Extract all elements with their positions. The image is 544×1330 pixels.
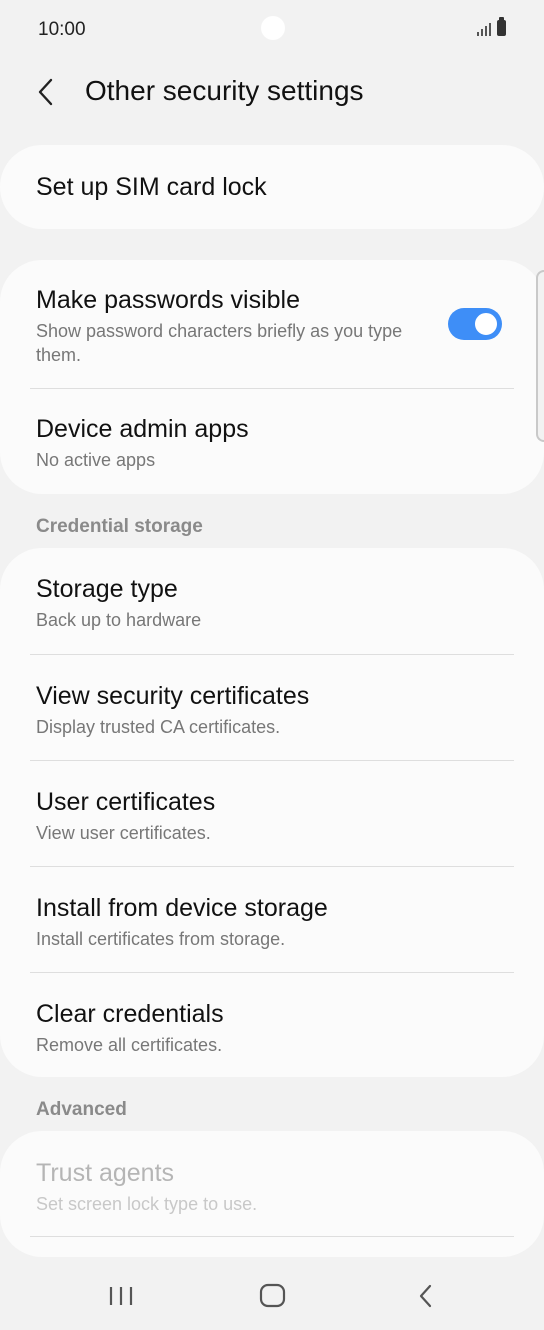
trust-agents-subtitle: Set screen lock type to use. — [36, 1194, 258, 1214]
nav-back-button[interactable] — [394, 1270, 458, 1322]
credential-storage-card: Storage type Back up to hardware View se… — [0, 548, 544, 1077]
trust-agents-title: Trust agents — [36, 1159, 175, 1187]
toggle-knob — [473, 311, 499, 337]
sim-card-lock-card: Set up SIM card lock — [0, 145, 544, 229]
trust-agents-item: Trust agents Set screen lock type to use… — [0, 1131, 544, 1236]
user-certificates-item[interactable]: User certificates View user certificates… — [0, 761, 544, 866]
back-icon — [419, 1284, 432, 1308]
storage-type-title: Storage type — [36, 575, 178, 603]
clear-credentials-item[interactable]: Clear credentials Remove all certificate… — [0, 973, 544, 1077]
clear-credentials-title: Clear credentials — [36, 1000, 224, 1028]
device-admin-apps-subtitle: No active apps — [36, 450, 156, 470]
device-admin-apps-title: Device admin apps — [36, 415, 249, 443]
sim-card-lock-item[interactable]: Set up SIM card lock — [0, 145, 544, 229]
recents-icon — [109, 1287, 133, 1305]
view-security-certificates-title: View security certificates — [36, 682, 310, 710]
make-passwords-visible-title: Make passwords visible — [36, 286, 300, 314]
user-certificates-title: User certificates — [36, 788, 216, 816]
battery-icon — [497, 17, 506, 36]
section-label-advanced: Advanced — [36, 1099, 127, 1120]
divider — [30, 1236, 514, 1237]
user-certificates-subtitle: View user certificates. — [36, 823, 211, 843]
install-from-device-storage-subtitle: Install certificates from storage. — [36, 929, 286, 949]
navigation-bar — [0, 1262, 544, 1330]
recents-button[interactable] — [89, 1270, 153, 1322]
home-button[interactable] — [241, 1270, 305, 1322]
make-passwords-visible-item[interactable]: Make passwords visible Show password cha… — [0, 260, 544, 388]
camera-cutout — [261, 16, 285, 40]
install-from-device-storage-item[interactable]: Install from device storage Install cert… — [0, 867, 544, 972]
sim-card-lock-title: Set up SIM card lock — [36, 173, 267, 201]
signal-icon — [477, 22, 491, 36]
back-button[interactable] — [24, 70, 68, 114]
device-admin-apps-item[interactable]: Device admin apps No active apps — [0, 389, 544, 494]
storage-type-subtitle: Back up to hardware — [36, 610, 202, 630]
advanced-card: Trust agents Set screen lock type to use… — [0, 1131, 544, 1257]
status-bar: 10:00 — [0, 0, 544, 60]
make-passwords-visible-toggle[interactable] — [448, 308, 502, 340]
app-header: Other security settings — [0, 60, 544, 124]
scroll-indicator[interactable] — [536, 270, 544, 442]
security-options-card: Make passwords visible Show password cha… — [0, 260, 544, 494]
status-time: 10:00 — [38, 19, 86, 40]
status-icons — [477, 17, 506, 36]
make-passwords-visible-subtitle: Show password characters briefly as you … — [36, 321, 403, 365]
section-label-credential-storage: Credential storage — [36, 516, 203, 537]
storage-type-item[interactable]: Storage type Back up to hardware — [0, 548, 544, 654]
view-security-certificates-subtitle: Display trusted CA certificates. — [36, 717, 281, 737]
view-security-certificates-item[interactable]: View security certificates Display trust… — [0, 655, 544, 760]
install-from-device-storage-title: Install from device storage — [36, 894, 328, 922]
clear-credentials-subtitle: Remove all certificates. — [36, 1035, 223, 1055]
page-title: Other security settings — [85, 75, 364, 106]
home-icon — [259, 1283, 286, 1308]
chevron-left-icon — [38, 78, 53, 106]
